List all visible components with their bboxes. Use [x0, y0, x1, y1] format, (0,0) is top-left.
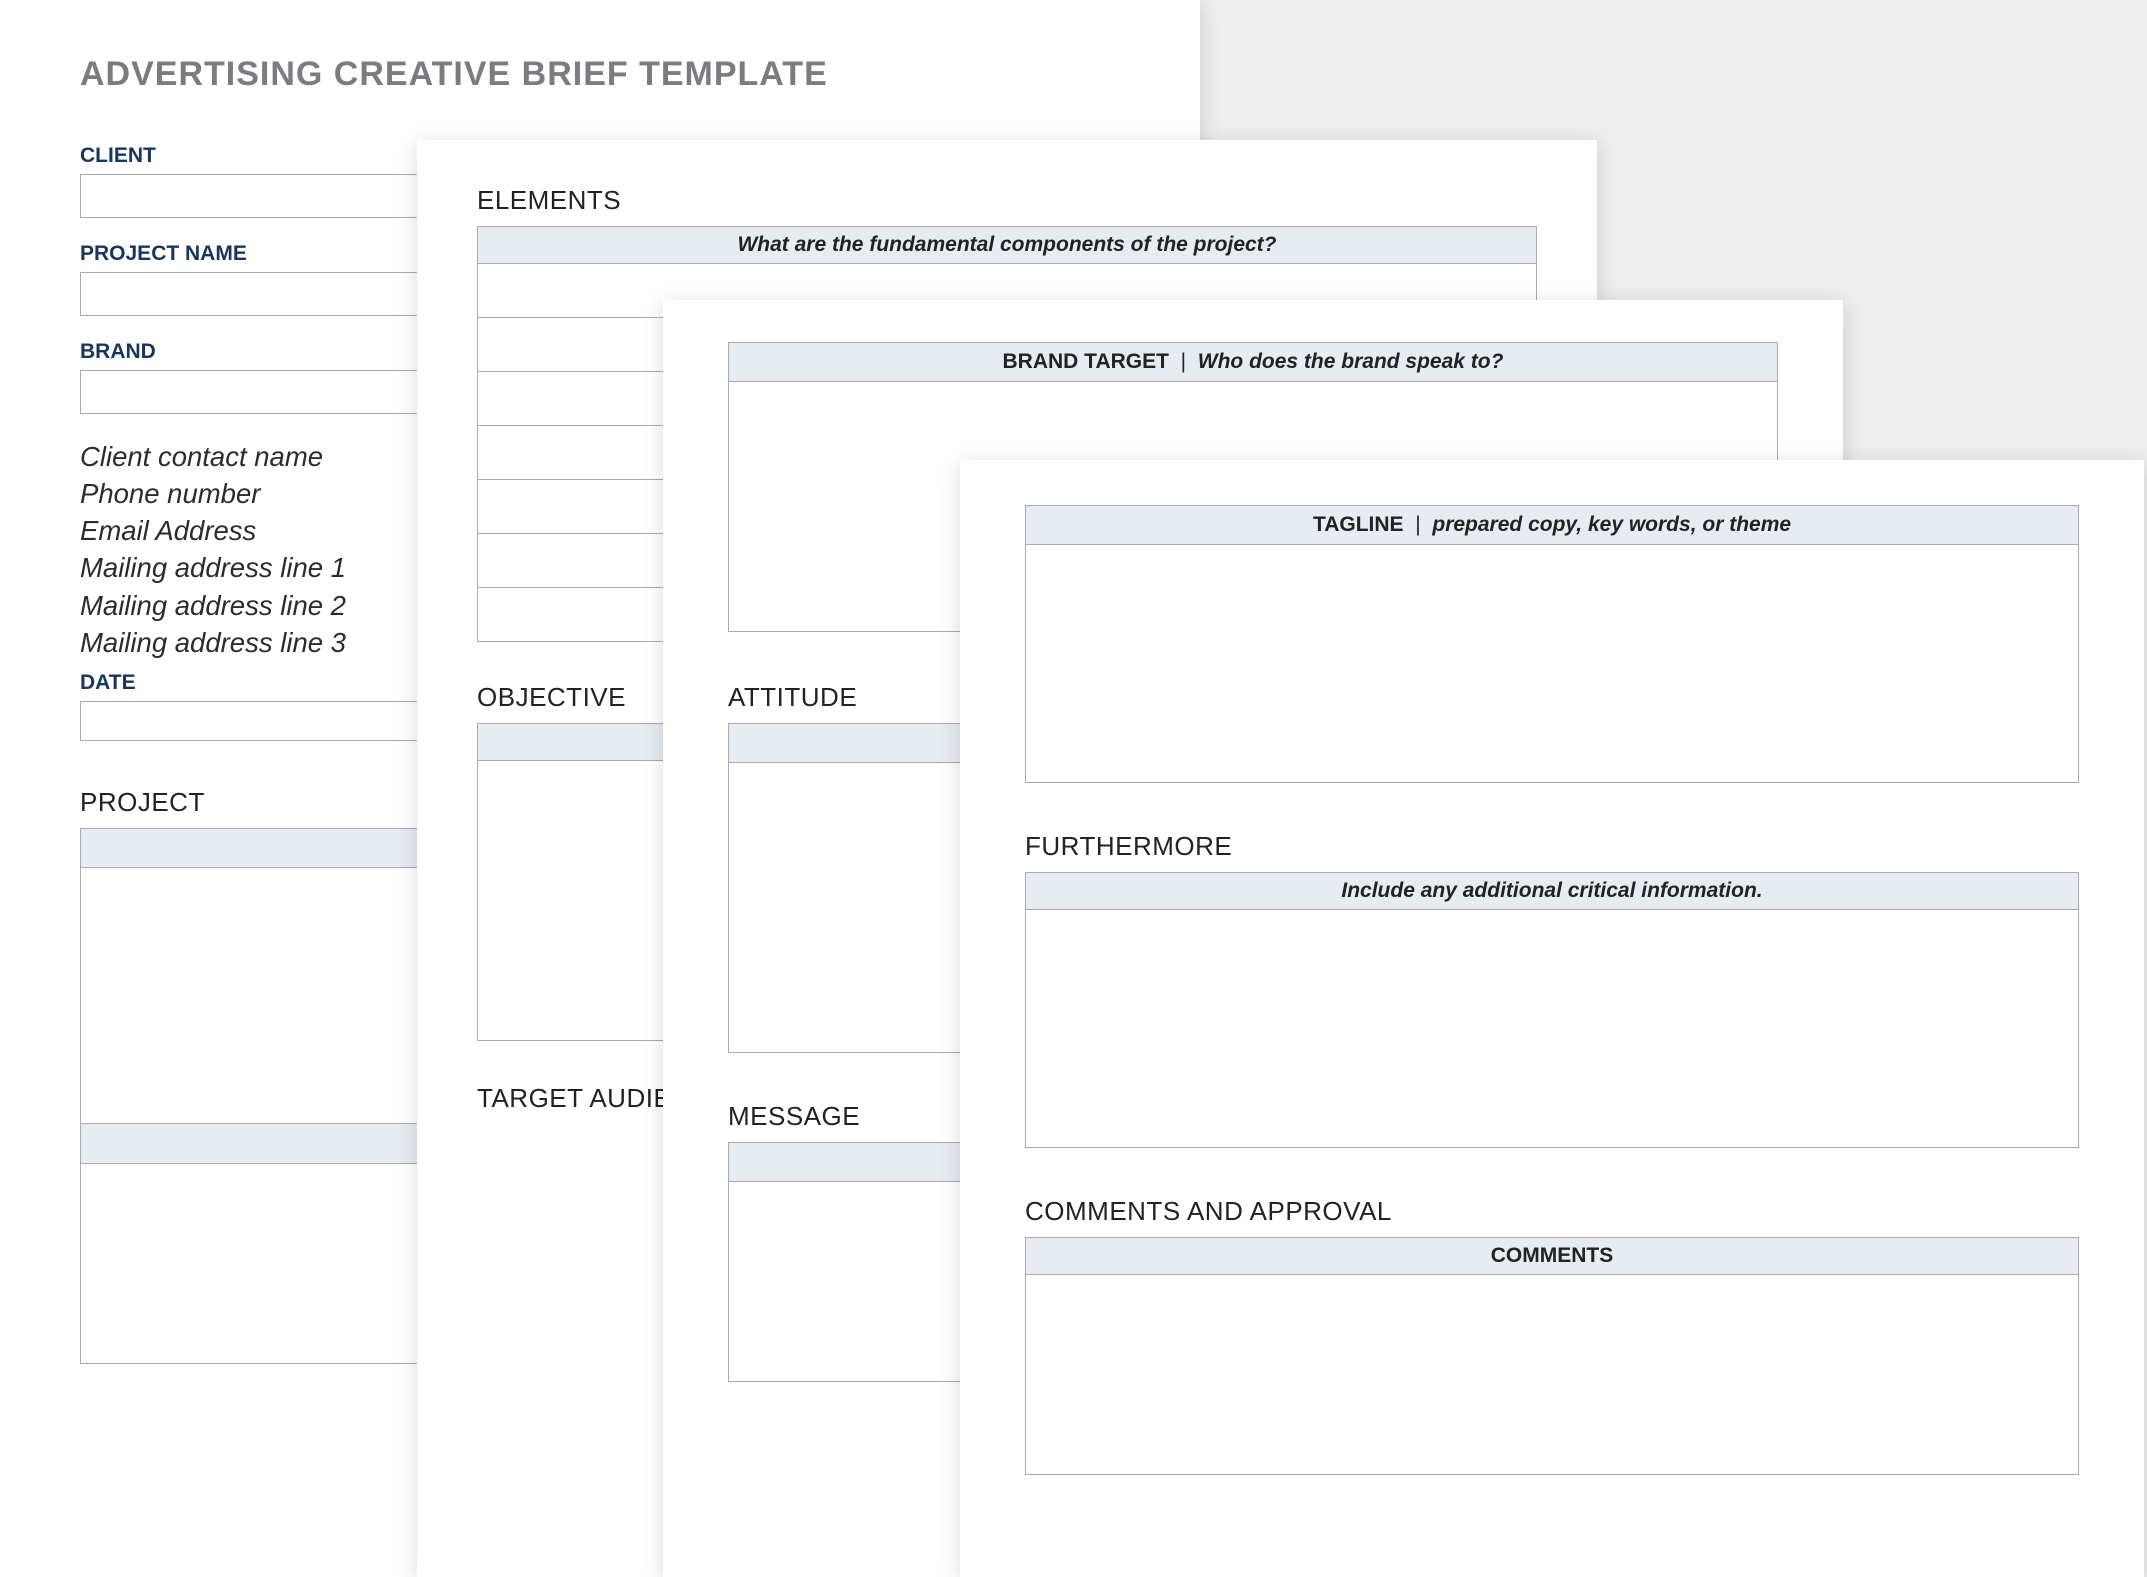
brand-target-header: BRAND TARGET | Who does the brand speak … [728, 342, 1778, 382]
brand-target-sub: Who does the brand speak to? [1198, 350, 1504, 373]
tagline-label: TAGLINE [1313, 513, 1404, 536]
tagline-body[interactable] [1025, 545, 2079, 783]
date-input[interactable] [80, 701, 430, 741]
comments-approval-title: COMMENTS AND APPROVAL [1025, 1196, 2079, 1227]
furthermore-section: FURTHERMORE Include any additional criti… [1025, 831, 2079, 1148]
separator: | [1409, 513, 1432, 536]
furthermore-section-title: FURTHERMORE [1025, 831, 2079, 862]
tagline-header: TAGLINE | prepared copy, key words, or t… [1025, 505, 2079, 545]
elements-header: What are the fundamental components of t… [477, 226, 1537, 264]
comments-body[interactable] [1025, 1275, 2079, 1475]
elements-section-title: ELEMENTS [477, 185, 1537, 216]
furthermore-body[interactable] [1025, 910, 2079, 1148]
furthermore-header: Include any additional critical informat… [1025, 872, 2079, 910]
document-title: ADVERTISING CREATIVE BRIEF TEMPLATE [80, 55, 1120, 94]
comments-approval-section: COMMENTS AND APPROVAL COMMENTS [1025, 1196, 2079, 1475]
brand-target-label: BRAND TARGET [1003, 350, 1169, 373]
document-page-4: TAGLINE | prepared copy, key words, or t… [960, 460, 2144, 1577]
separator: | [1175, 350, 1198, 373]
comments-header: COMMENTS [1025, 1237, 2079, 1275]
tagline-sub: prepared copy, key words, or theme [1432, 513, 1791, 536]
